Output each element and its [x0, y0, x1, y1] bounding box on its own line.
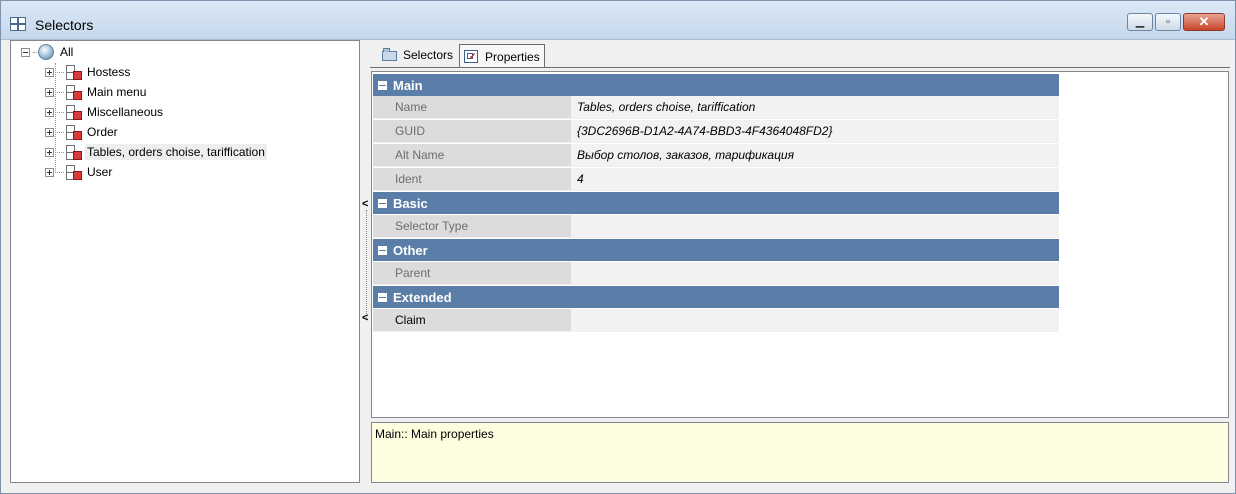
description-panel: Main:: Main properties	[371, 422, 1229, 483]
expand-icon[interactable]	[45, 107, 54, 117]
property-row-selector-type[interactable]: Selector Type	[373, 215, 1059, 238]
splitter[interactable]: < <	[362, 40, 370, 483]
minimize-icon: ▁	[1135, 16, 1145, 28]
collapse-icon[interactable]	[21, 47, 30, 57]
category-basic[interactable]: Basic	[373, 192, 1059, 214]
tree-item-label[interactable]: Miscellaneous	[85, 104, 165, 120]
tab-label: Properties	[485, 49, 540, 64]
maximize-button[interactable]: ▫	[1155, 13, 1181, 31]
tree-item-label[interactable]: User	[85, 164, 114, 180]
property-row-alt-name[interactable]: Alt Name Выбор столов, заказов, тарифика…	[373, 144, 1059, 167]
selector-icon	[65, 164, 82, 180]
property-grid[interactable]: Main Name Tables, orders choise, tariffi…	[371, 71, 1229, 418]
category-label: Basic	[393, 195, 428, 211]
expand-icon[interactable]	[45, 167, 54, 177]
close-icon: ✕	[1198, 14, 1210, 29]
property-value[interactable]	[571, 215, 1059, 237]
tree-item-label[interactable]: Order	[85, 124, 120, 140]
tree-item-label[interactable]: Tables, orders choise, tariffication	[85, 144, 267, 160]
tab-label: Selectors	[403, 48, 454, 62]
selectors-window: Selectors ▁ ▫ ✕ All Hostess Main menu Mi…	[0, 0, 1236, 494]
property-row-claim[interactable]: Claim	[373, 309, 1059, 332]
property-row-parent[interactable]: Parent	[373, 262, 1059, 285]
expand-icon[interactable]	[45, 67, 54, 77]
tab-properties[interactable]: ✓ Properties	[459, 44, 545, 68]
collapse-category-icon[interactable]	[378, 245, 387, 255]
selector-icon	[65, 84, 82, 100]
tree-item-hostess[interactable]: Hostess	[45, 62, 132, 82]
tree-root-label[interactable]: All	[58, 44, 75, 60]
property-name: Selector Type	[373, 215, 571, 237]
tree-item-tables[interactable]: Tables, orders choise, tariffication	[45, 142, 267, 162]
maximize-icon: ▫	[1166, 16, 1170, 28]
close-button[interactable]: ✕	[1183, 13, 1225, 31]
category-other[interactable]: Other	[373, 239, 1059, 261]
selector-icon	[65, 64, 82, 80]
property-row-name[interactable]: Name Tables, orders choise, tarifficatio…	[373, 96, 1059, 119]
property-name: GUID	[373, 120, 571, 142]
property-value[interactable]: 4	[571, 168, 1059, 190]
right-panel: Selectors ✓ Properties Main Name Tables,…	[370, 40, 1230, 483]
selector-tree[interactable]: All Hostess Main menu Miscellaneous Orde…	[10, 40, 360, 483]
category-main[interactable]: Main	[373, 74, 1059, 96]
app-icon	[10, 17, 26, 31]
property-value[interactable]	[571, 262, 1059, 284]
selector-icon	[65, 124, 82, 140]
tree-item-miscellaneous[interactable]: Miscellaneous	[45, 102, 165, 122]
folder-icon	[382, 48, 398, 62]
title-bar[interactable]: Selectors ▁ ▫ ✕	[1, 1, 1235, 40]
tab-strip: Selectors ✓ Properties	[378, 44, 547, 68]
category-label: Other	[393, 242, 428, 258]
property-value[interactable]: Выбор столов, заказов, тарификация	[571, 144, 1059, 166]
property-value[interactable]: Tables, orders choise, tariffication	[571, 96, 1059, 118]
minimize-button[interactable]: ▁	[1127, 13, 1153, 31]
category-extended[interactable]: Extended	[373, 286, 1059, 308]
tree-item-label[interactable]: Main menu	[85, 84, 148, 100]
globe-icon	[38, 44, 54, 60]
tab-selectors[interactable]: Selectors	[378, 44, 457, 66]
property-name: Alt Name	[373, 144, 571, 166]
tree-item-main-menu[interactable]: Main menu	[45, 82, 148, 102]
tree-item-user[interactable]: User	[45, 162, 114, 182]
expand-icon[interactable]	[45, 87, 54, 97]
selector-icon	[65, 144, 82, 160]
collapse-left-icon[interactable]: <	[362, 312, 368, 324]
collapse-category-icon[interactable]	[378, 80, 387, 90]
property-value[interactable]: {3DC2696B-D1A2-4A74-BBD3-4F4364048FD2}	[571, 120, 1059, 142]
collapse-left-icon[interactable]: <	[362, 198, 368, 210]
property-name: Ident	[373, 168, 571, 190]
property-row-ident[interactable]: Ident 4	[373, 168, 1059, 191]
window-title: Selectors	[35, 17, 94, 33]
tree-root[interactable]: All	[21, 42, 75, 62]
property-name: Claim	[373, 309, 571, 331]
property-name: Name	[373, 96, 571, 118]
collapse-category-icon[interactable]	[378, 198, 387, 208]
collapse-category-icon[interactable]	[378, 292, 387, 302]
expand-icon[interactable]	[45, 147, 54, 157]
property-row-guid[interactable]: GUID {3DC2696B-D1A2-4A74-BBD3-4F4364048F…	[373, 120, 1059, 143]
category-label: Main	[393, 77, 423, 93]
expand-icon[interactable]	[45, 127, 54, 137]
category-label: Extended	[393, 289, 452, 305]
splitter-grip[interactable]	[366, 210, 367, 320]
description-text: Main:: Main properties	[375, 427, 494, 441]
property-value[interactable]	[571, 309, 1059, 331]
tree-item-order[interactable]: Order	[45, 122, 120, 142]
property-name: Parent	[373, 262, 571, 284]
selector-icon	[65, 104, 82, 120]
properties-icon: ✓	[464, 49, 480, 64]
tree-item-label[interactable]: Hostess	[85, 64, 132, 80]
